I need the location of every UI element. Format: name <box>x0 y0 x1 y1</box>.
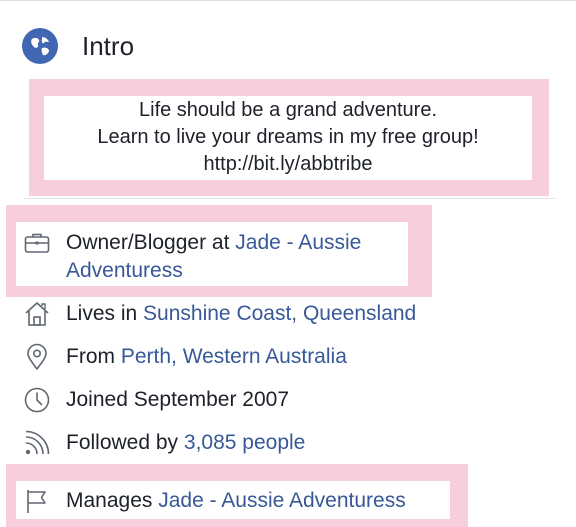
joined-text: Joined September 2007 <box>66 388 289 411</box>
lives-link[interactable]: Sunshine Coast, Queensland <box>143 302 416 325</box>
work-row: Owner/Blogger at Jade - Aussie Adventure… <box>0 229 560 287</box>
divider <box>24 198 556 199</box>
bio-line-3: http://bit.ly/abbtribe <box>203 153 373 175</box>
bio-line-2: Learn to live your dreams in my free gro… <box>97 126 479 148</box>
manages-row: Manages Jade - Aussie Adventuress <box>0 487 560 515</box>
followers-link[interactable]: 3,085 people <box>184 431 305 454</box>
manages-link[interactable]: Jade - Aussie Adventuress <box>158 489 405 512</box>
rss-icon <box>25 430 50 455</box>
bio-line-1: Life should be a grand adventure. <box>139 99 437 121</box>
from-row: From Perth, Western Australia <box>0 343 560 371</box>
bio-text: Life should be a grand adventure. Learn … <box>44 97 532 180</box>
followed-prefix: Followed by <box>66 431 184 454</box>
intro-card: Intro Life should be a grand adventure. … <box>0 0 576 527</box>
briefcase-icon <box>24 233 50 253</box>
joined-row: Joined September 2007 <box>0 386 560 414</box>
location-pin-icon <box>27 343 47 370</box>
from-link[interactable]: Perth, Western Australia <box>121 345 347 368</box>
followed-row: Followed by 3,085 people <box>0 429 560 457</box>
work-link[interactable]: Jade - Aussie <box>235 231 361 254</box>
lives-prefix: Lives in <box>66 302 144 325</box>
lives-row: Lives in Sunshine Coast, Queensland <box>0 300 560 328</box>
clock-icon <box>24 387 50 413</box>
from-prefix: From <box>66 345 121 368</box>
home-icon <box>25 302 49 326</box>
globe-icon <box>22 28 58 64</box>
work-link-cont[interactable]: Adventuress <box>66 259 183 282</box>
flag-icon <box>27 490 46 513</box>
work-prefix: Owner/Blogger at <box>66 231 236 254</box>
section-title: Intro <box>82 31 135 61</box>
manages-prefix: Manages <box>66 489 159 512</box>
